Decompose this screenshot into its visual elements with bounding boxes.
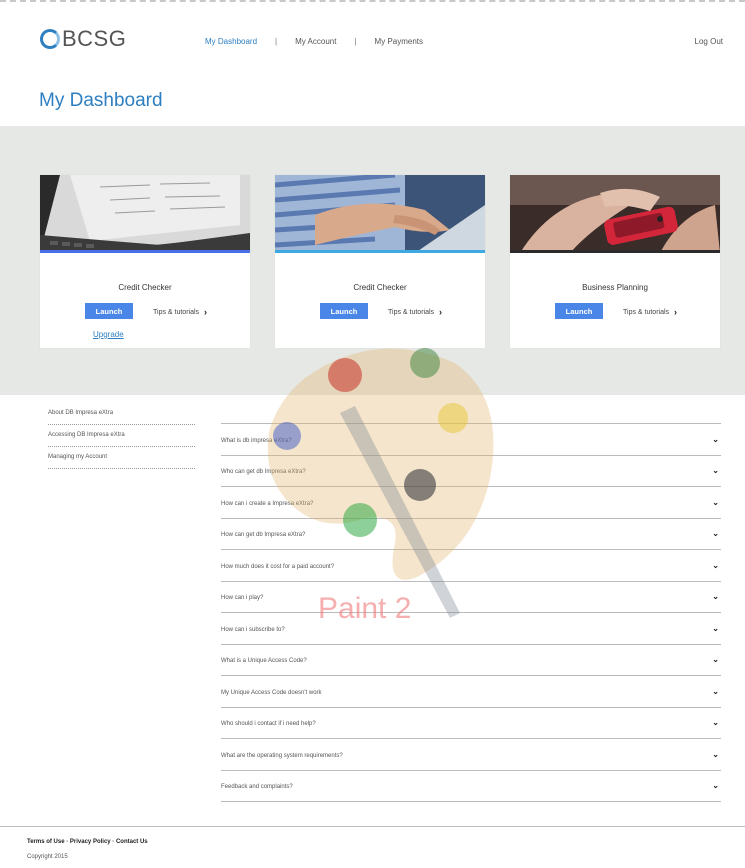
faq-question: What is db impresa eXtra? [221,437,292,444]
chevron-down-icon: ⌄ [712,529,719,539]
card-accent-stripe [275,250,485,253]
faq-item[interactable]: What are the operating system requiremen… [221,739,721,771]
nav-my-account[interactable]: My Account [295,37,336,46]
faq-question: What are the operating system requiremen… [221,752,343,759]
nav-separator: | [354,37,357,46]
chevron-down-icon: ⌄ [712,655,719,665]
chevron-right-icon: › [439,307,443,317]
chevron-down-icon: ⌄ [712,560,719,570]
faq-question: How can i play? [221,595,264,602]
faq-question: How much does it cost for a paid account… [221,563,335,570]
footer-link-privacy[interactable]: Privacy Policy [70,839,111,845]
chevron-down-icon: ⌄ [712,623,719,633]
chevron-down-icon: ⌄ [712,497,719,507]
copyright-text: Copyright 2015 [27,854,68,860]
launch-button[interactable]: Launch [85,303,133,319]
chevron-down-icon: ⌄ [712,718,719,728]
footer-divider [0,826,745,827]
tips-tutorials-link[interactable]: Tips & tutorials › [153,307,207,317]
tips-label: Tips & tutorials [623,308,670,316]
main-nav: My Dashboard | My Account | My Payments [205,37,423,46]
faq-question: Who should i contact if i need help? [221,721,316,728]
side-link-managing-account[interactable]: Managing my Account [48,448,195,469]
chevron-right-icon: › [674,307,678,317]
card-title: Business Planning [582,283,648,292]
faq-item[interactable]: My Unique Access Code doesn't work ⌄ [221,676,721,708]
upgrade-link[interactable]: Upgrade [93,330,124,339]
card-accent-stripe [510,250,720,253]
page-title: My Dashboard [39,90,163,111]
faq-question: How can i create a Impresa eXtra? [221,500,314,507]
tips-label: Tips & tutorials [388,308,435,316]
top-dashed-border [0,0,745,2]
card-accent-stripe [40,250,250,253]
faq-item[interactable]: How much does it cost for a paid account… [221,550,721,582]
launch-button[interactable]: Launch [555,303,603,319]
chevron-down-icon: ⌄ [712,592,719,602]
faq-item[interactable]: Who should i contact if i need help? ⌄ [221,708,721,739]
faq-item[interactable]: How can get db Impresa eXtra? ⌄ [221,519,721,550]
product-card-credit-checker-2: Credit Checker Launch Tips & tutorials › [275,175,485,348]
tablet-hand-image [275,175,485,253]
nav-separator: | [275,37,278,46]
nav-my-dashboard[interactable]: My Dashboard [205,37,257,46]
logo-ring-icon [40,29,60,49]
card-title: Credit Checker [353,283,407,292]
tips-tutorials-link[interactable]: Tips & tutorials › [388,307,442,317]
footer-link-contact[interactable]: Contact Us [116,839,148,845]
product-cards-band: Credit Checker Launch Tips & tutorials ›… [0,126,745,395]
side-link-accessing[interactable]: Accessing DB Impresa eXtra [48,426,195,447]
product-card-business-planning: Business Planning Launch Tips & tutorial… [510,175,720,348]
faq-question: How can get db Impresa eXtra? [221,532,306,539]
bcsg-logo[interactable]: BCSG [40,26,126,52]
chevron-down-icon: ⌄ [712,686,719,696]
card-title: Credit Checker [118,283,172,292]
tips-label: Tips & tutorials [153,308,200,316]
chevron-down-icon: ⌄ [712,434,719,444]
tips-tutorials-link[interactable]: Tips & tutorials › [623,307,677,317]
faq-item[interactable]: Feedback and complaints? ⌄ [221,771,721,802]
side-links: About DB Impresa eXtra Accessing DB Impr… [48,404,195,470]
footer-links: Terms of Use · Privacy Policy · Contact … [27,839,148,845]
chevron-down-icon: ⌄ [712,466,719,476]
faq-item[interactable]: How can i create a Impresa eXtra? ⌄ [221,487,721,519]
logout-link[interactable]: Log Out [695,37,723,46]
faq-accordion: What is db impresa eXtra? ⌄ Who can get d… [221,423,721,802]
chevron-down-icon: ⌄ [712,781,719,791]
chevron-down-icon: ⌄ [712,749,719,759]
faq-question: What is a Unique Access Code? [221,658,307,665]
footer-link-terms[interactable]: Terms of Use [27,839,65,845]
side-link-about[interactable]: About DB Impresa eXtra [48,404,195,425]
faq-question: My Unique Access Code doesn't work [221,689,322,696]
faq-item[interactable]: What is db impresa eXtra? ⌄ [221,424,721,456]
faq-question: Feedback and complaints? [221,784,293,791]
faq-item[interactable]: How can i subscribe to? ⌄ [221,613,721,645]
phone-hands-image [510,175,720,253]
faq-item[interactable]: How can i play? ⌄ [221,582,721,613]
laptop-image [40,175,250,253]
chevron-right-icon: › [204,307,208,317]
product-card-credit-checker: Credit Checker Launch Tips & tutorials ›… [40,175,250,348]
launch-button[interactable]: Launch [320,303,368,319]
faq-item[interactable]: What is a Unique Access Code? ⌄ [221,645,721,676]
logo-text: BCSG [62,26,127,51]
faq-item[interactable]: Who can get db Impresa eXtra? ⌄ [221,456,721,487]
faq-question: How can i subscribe to? [221,626,285,633]
faq-question: Who can get db Impresa eXtra? [221,469,306,476]
nav-my-payments[interactable]: My Payments [375,37,423,46]
